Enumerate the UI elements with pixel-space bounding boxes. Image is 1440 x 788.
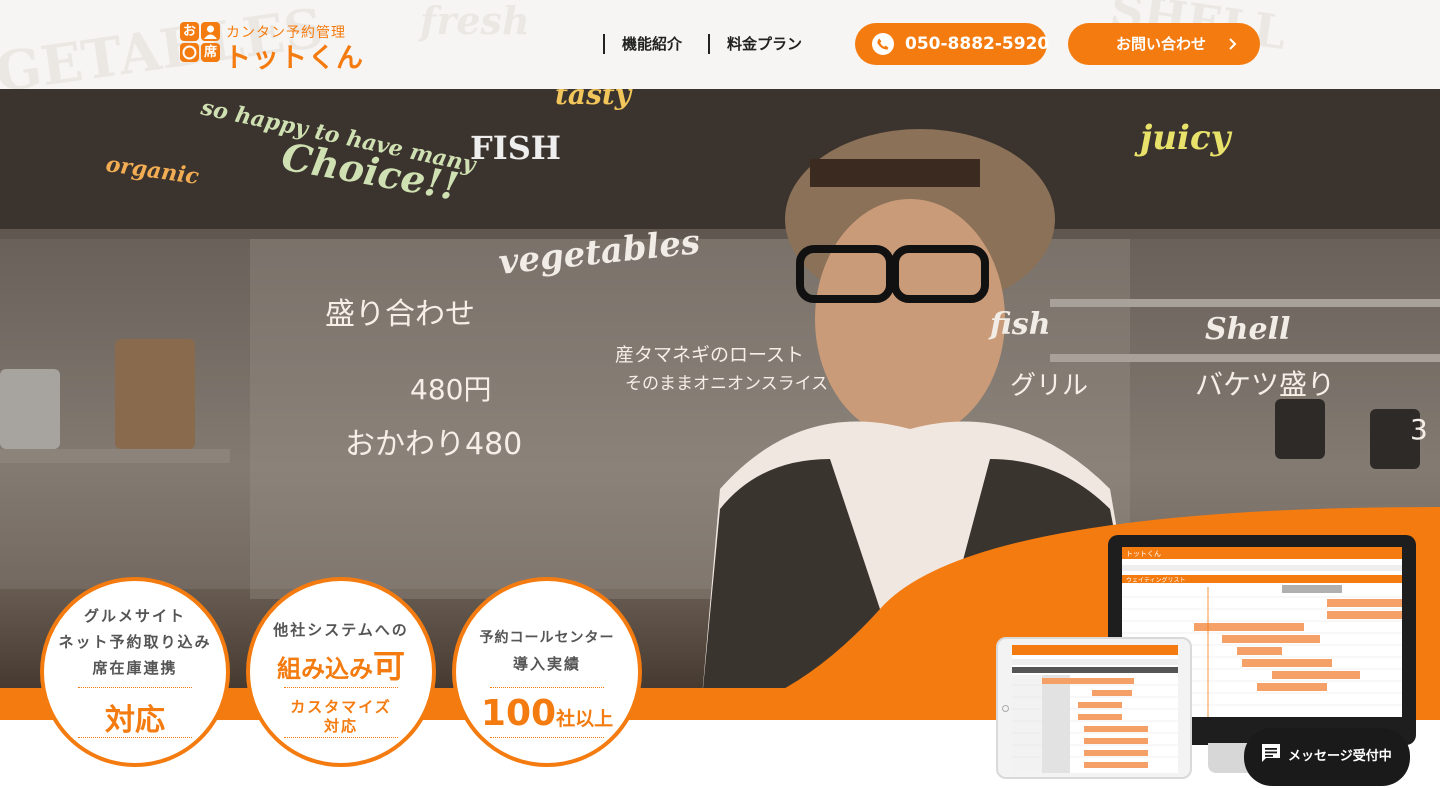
badge-line: 導入実績: [512, 655, 581, 673]
logo-name: トットくん: [224, 43, 364, 74]
badge-line: 席在庫連携: [92, 659, 178, 677]
phone-button[interactable]: 050-8882-5920: [855, 23, 1050, 65]
badge-highlight-number: 100: [480, 693, 557, 734]
logo-person-icon: [201, 22, 220, 41]
badge-highlight-text: 組み込み: [276, 655, 373, 683]
badge-highlight: 対応: [105, 703, 165, 738]
nav-item-pricing[interactable]: 料金プラン: [708, 34, 802, 54]
badge-divider: [284, 737, 398, 738]
logo-mark-char: 席: [201, 43, 220, 62]
face: [815, 199, 1005, 439]
badge-line: グルメサイト: [83, 607, 186, 625]
badge-highlight-emphasis: 可: [372, 647, 405, 685]
board-word: 480円: [410, 373, 491, 406]
chat-widget[interactable]: メッセージ受付中: [1244, 728, 1410, 786]
badge-divider: [490, 737, 604, 738]
badge-subtext: カスタマイズ: [290, 698, 392, 716]
logo-clock-icon: [180, 43, 199, 62]
app-screenshot-logo: トットくん: [1126, 550, 1161, 558]
tablet-home-button: [1002, 705, 1009, 712]
copper-pot: [115, 339, 195, 449]
badge-highlight: 100社以上: [456, 693, 638, 734]
chevron-right-icon: [1224, 36, 1240, 52]
site-header: GETABLES fresh SHELL お 席 カンタン予約管理 トットくん …: [0, 0, 1440, 89]
badge-divider: [284, 687, 398, 688]
header-background-word: fresh: [420, 0, 530, 43]
left-shelf: [0, 449, 230, 463]
badge-highlight-suffix: 社以上: [556, 708, 614, 730]
badge-divider: [78, 737, 192, 738]
board-word: 3: [1410, 413, 1428, 446]
chat-widget-label: メッセージ受付中: [1288, 749, 1392, 764]
board-word: tasty: [555, 89, 633, 111]
logo-mark-char: お: [180, 22, 199, 41]
tablet-screen: [1012, 645, 1178, 773]
board-word: おかわり480: [345, 427, 522, 462]
badge-line: ネット予約取り込み: [58, 633, 212, 651]
phone-icon: [872, 33, 894, 55]
steel-bucket: [0, 369, 60, 449]
tablet-app-screenshot: [1012, 645, 1178, 773]
tablet-mockup: [996, 637, 1192, 779]
app-screenshot-title: ウェイティングリスト: [1126, 576, 1186, 584]
board-word: グリル: [1010, 371, 1088, 401]
badge-divider: [490, 687, 604, 688]
phone-number: 050-8882-5920: [905, 34, 1050, 54]
right-shelf: [1050, 299, 1440, 307]
board-word: FISH: [470, 129, 561, 167]
hat-band: [810, 159, 980, 187]
badge-divider: [78, 687, 192, 688]
chat-bubble-icon: [1260, 742, 1282, 764]
site-logo[interactable]: お 席 カンタン予約管理 トットくん: [180, 22, 363, 74]
board-word: バケツ盛り: [1195, 368, 1335, 401]
board-word: fish: [988, 307, 1051, 342]
contact-button-label: お問い合わせ: [1116, 35, 1207, 53]
board-word: そのままオニオンスライス: [625, 374, 828, 394]
board-word: 産タマネギのロースト: [615, 344, 804, 366]
badge-call-center: 予約コールセンター 導入実績 100社以上: [452, 577, 642, 767]
black-bucket: [1275, 399, 1325, 459]
contact-button[interactable]: お問い合わせ: [1068, 23, 1260, 65]
nav-item-features[interactable]: 機能紹介: [603, 34, 682, 54]
board-word: 盛り合わせ: [325, 297, 475, 332]
badge-integration: 他社システムへの 組み込み可 カスタマイズ 対応: [246, 577, 436, 767]
badge-highlight: 組み込み可: [250, 641, 432, 687]
board-word: juicy: [1134, 118, 1233, 158]
right-shelf: [1050, 354, 1440, 362]
logo-mark: お 席: [180, 22, 222, 66]
board-word: Shell: [1205, 312, 1290, 347]
badge-line: 他社システムへの: [273, 621, 409, 639]
badge-subtext: 対応: [323, 717, 358, 735]
badge-gourmet-sites: グルメサイト ネット予約取り込み 席在庫連携 対応: [40, 577, 230, 767]
badge-line: 予約コールセンター: [479, 630, 615, 646]
